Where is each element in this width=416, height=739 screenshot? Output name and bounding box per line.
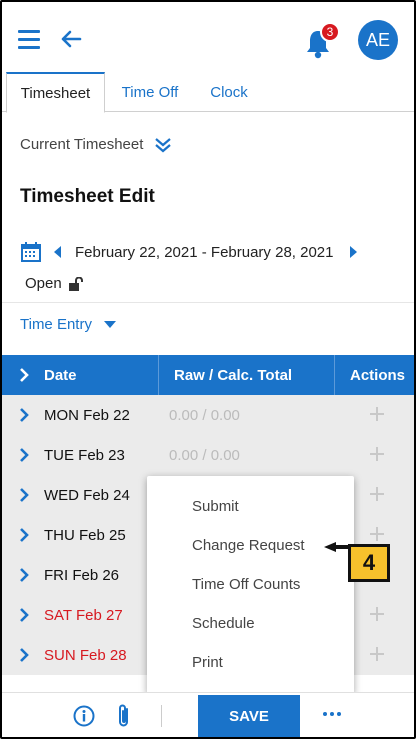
column-header-date[interactable]: Date xyxy=(44,355,77,395)
date-range-text: February 22, 2021 - February 28, 2021 xyxy=(75,243,334,261)
callout-badge: 4 xyxy=(348,544,390,582)
save-button[interactable]: SAVE xyxy=(198,695,300,737)
row-total: 0.00 / 0.00 xyxy=(169,446,240,464)
tab-bar: Timesheet Time Off Clock xyxy=(2,72,414,113)
row-total: 0.00 / 0.00 xyxy=(169,406,240,424)
row-date: MON Feb 22 xyxy=(44,406,130,424)
menu-item-submit[interactable]: Submit xyxy=(192,498,239,515)
attachment-icon[interactable] xyxy=(115,703,133,729)
column-header-total[interactable]: Raw / Calc. Total xyxy=(174,355,292,395)
back-arrow-icon[interactable] xyxy=(58,26,84,52)
row-date: FRI Feb 26 xyxy=(44,566,120,584)
top-bar: 3 AE xyxy=(2,2,414,72)
footer-separator xyxy=(161,705,162,727)
expand-row-chevron-icon[interactable] xyxy=(16,647,32,663)
tab-clock[interactable]: Clock xyxy=(198,72,260,112)
expand-row-chevron-icon[interactable] xyxy=(16,607,32,623)
calendar-icon[interactable] xyxy=(20,241,42,263)
add-entry-icon[interactable] xyxy=(368,405,386,423)
current-timesheet-label: Current Timesheet xyxy=(20,136,144,153)
caret-down-icon xyxy=(103,321,116,328)
hamburger-menu-icon[interactable] xyxy=(18,30,40,50)
table-header: Date Raw / Calc. Total Actions xyxy=(2,355,414,395)
expand-row-chevron-icon[interactable] xyxy=(16,447,32,463)
expand-row-chevron-icon[interactable] xyxy=(16,407,32,423)
app-frame: 3 AE Timesheet Time Off Clock Current Ti… xyxy=(0,0,416,739)
row-date: SAT Feb 27 xyxy=(44,606,123,624)
row-date: THU Feb 25 xyxy=(44,526,126,544)
date-range-row: February 22, 2021 - February 28, 2021 xyxy=(20,240,357,264)
unlock-icon xyxy=(68,276,83,291)
notification-count-badge: 3 xyxy=(320,22,340,42)
expand-row-chevron-icon[interactable] xyxy=(16,487,32,503)
menu-item-change-request[interactable]: Change Request xyxy=(192,537,305,554)
column-separator xyxy=(158,355,159,395)
status-text: Open xyxy=(25,275,62,292)
expand-row-chevron-icon[interactable] xyxy=(16,527,32,543)
double-chevron-down-icon xyxy=(155,137,172,152)
previous-period-icon[interactable] xyxy=(54,246,61,258)
status-row: Open xyxy=(25,275,84,292)
more-actions-menu: Submit Change Request Time Off Counts Sc… xyxy=(147,476,354,694)
footer-bar: SAVE xyxy=(2,692,414,737)
column-header-actions: Actions xyxy=(350,366,406,384)
info-icon[interactable] xyxy=(73,705,95,727)
table-row: MON Feb 22 0.00 / 0.00 xyxy=(2,395,414,435)
expand-all-chevron-icon[interactable] xyxy=(16,367,32,383)
time-entry-selector[interactable]: Time Entry xyxy=(20,316,116,333)
menu-item-print[interactable]: Print xyxy=(192,654,223,671)
menu-item-time-off-counts[interactable]: Time Off Counts xyxy=(192,576,300,593)
add-entry-icon[interactable] xyxy=(368,645,386,663)
page-title: Timesheet Edit xyxy=(20,186,155,207)
avatar[interactable]: AE xyxy=(358,20,398,60)
add-entry-icon[interactable] xyxy=(368,525,386,543)
expand-row-chevron-icon[interactable] xyxy=(16,567,32,583)
next-period-icon[interactable] xyxy=(349,246,357,258)
time-entry-label: Time Entry xyxy=(20,316,92,333)
add-entry-icon[interactable] xyxy=(368,485,386,503)
tab-timesheet[interactable]: Timesheet xyxy=(6,72,105,113)
column-separator xyxy=(334,355,335,395)
row-date: TUE Feb 23 xyxy=(44,446,125,464)
row-date: WED Feb 24 xyxy=(44,486,130,504)
menu-item-schedule[interactable]: Schedule xyxy=(192,615,255,632)
tab-time-off[interactable]: Time Off xyxy=(110,72,190,112)
add-entry-icon[interactable] xyxy=(368,445,386,463)
more-options-icon[interactable] xyxy=(323,712,341,716)
add-entry-icon[interactable] xyxy=(368,605,386,623)
section-divider xyxy=(2,302,414,303)
row-date: SUN Feb 28 xyxy=(44,646,127,664)
current-timesheet-selector[interactable]: Current Timesheet xyxy=(20,136,173,153)
table-row: TUE Feb 23 0.00 / 0.00 xyxy=(2,435,414,475)
